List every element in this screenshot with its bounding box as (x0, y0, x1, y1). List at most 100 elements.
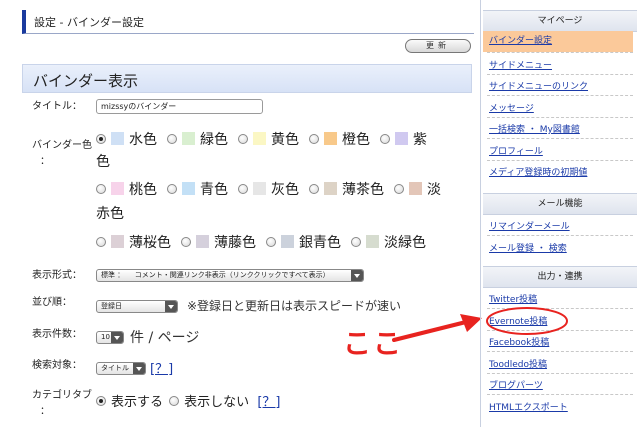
sidebar-section-mail: メール機能 (483, 193, 637, 215)
sidebar-item-mypage-4[interactable]: 一括検索 ・ My図書館 (489, 122, 580, 135)
count-select[interactable]: 10 (96, 331, 124, 344)
sidebar-item-output-3[interactable]: Toodledo投稿 (489, 357, 547, 370)
chevron-down-icon (165, 301, 177, 312)
sidebar-section-output: 出力・連携 (483, 266, 637, 288)
radio-icon (309, 134, 319, 144)
binder-color-option[interactable]: 灰色 (238, 179, 299, 201)
radio-selected-icon (96, 134, 106, 144)
search-target-value: タイトル (101, 364, 129, 372)
sidebar-section-mypage: マイページ (483, 10, 637, 32)
binder-color-option-label: 薄藤色 (214, 235, 256, 251)
binder-color-row: 薄桜色 薄藤色 銀青色 淡緑色 (96, 232, 436, 254)
radio-icon (96, 184, 106, 194)
color-swatch (111, 235, 124, 248)
display-format-select[interactable]: 標準 ： コメント・関連リンク非表示（リンククリックですべて表示） (96, 269, 364, 282)
color-swatch (409, 182, 422, 195)
sidebar-item-output-5[interactable]: HTMLエクスポート (489, 400, 568, 413)
count-unit: 件 / ページ (130, 330, 200, 346)
title-input[interactable]: mizssyのバインダー (96, 99, 263, 114)
binder-color-option[interactable]: 紫 (380, 129, 427, 151)
color-swatch (253, 132, 266, 145)
update-button[interactable]: 更新 (405, 39, 471, 53)
sidebar-item-mypage-3[interactable]: メッセージ (489, 101, 534, 114)
binder-color-option-label: 水色 (129, 132, 157, 148)
annotation-arrow-icon (392, 314, 482, 342)
sidebar-divider (487, 235, 633, 236)
search-target-help-link[interactable]: [？] (150, 358, 173, 377)
binder-color-option[interactable]: 薄茶色 (309, 179, 384, 201)
sidebar-item-output-0[interactable]: Twitter投稿 (489, 292, 537, 305)
radio-icon (96, 237, 106, 247)
category-tab-options: 表示する 表示しない [？] (96, 392, 280, 414)
main-content: 設定 - バインダー設定 更新 バインダー表示 タイトル： mizssyのバイン… (0, 0, 482, 427)
sidebar-divider (487, 116, 633, 118)
sidebar-divider (487, 351, 633, 352)
binder-color-option[interactable]: 青色 (167, 179, 228, 201)
radio-icon (167, 134, 177, 144)
color-swatch (182, 132, 195, 145)
sidebar-item-mail-1[interactable]: メール登録 ・ 検索 (489, 241, 567, 254)
radio-icon (266, 237, 276, 247)
sidebar-item-mypage-5[interactable]: プロフィール (489, 144, 543, 157)
binder-color-row: 水色 緑色 黄色 橙色 紫 (96, 129, 437, 151)
binder-color-option[interactable]: 薄桜色 (96, 232, 171, 254)
sort-value: 登録日 (101, 302, 122, 310)
color-swatch (324, 182, 337, 195)
category-tab-help-link[interactable]: [？] (257, 395, 280, 410)
binder-color-option[interactable]: 緑色 (167, 129, 228, 151)
sidebar-item-mypage-2[interactable]: サイドメニューのリンク (489, 79, 588, 92)
binder-color-option[interactable]: 橙色 (309, 129, 370, 151)
binder-color-option[interactable]: 桃色 (96, 179, 157, 201)
radio-icon (238, 134, 248, 144)
sidebar: マイページ バインダー設定サイドメニューサイドメニューのリンク メッセージ一括検索 … (480, 0, 640, 427)
breadcrumb: 設定 - バインダー設定 (22, 10, 474, 34)
category-tab-show-option[interactable]: 表示する (96, 392, 163, 414)
binder-color-option[interactable]: 黄色 (238, 129, 299, 151)
count-value: 10 (101, 333, 110, 341)
sidebar-divider (487, 138, 633, 139)
title-label: タイトル： (32, 101, 82, 112)
binder-color-option-label: 灰色 (271, 182, 299, 198)
binder-color-option[interactable]: 淡緑色 (351, 232, 426, 254)
color-swatch (395, 132, 408, 145)
radio-icon (181, 237, 191, 247)
sort-label: 並び順： (32, 297, 72, 308)
radio-icon (167, 184, 177, 194)
color-swatch (196, 235, 209, 248)
radio-icon (169, 396, 180, 406)
binder-color-row: 桃色 青色 灰色 薄茶色 淡 (96, 179, 451, 201)
breadcrumb-text: 設定 - バインダー設定 (34, 16, 144, 29)
sort-note: ※登録日と更新日は表示スピードが速い (187, 299, 402, 313)
binder-color-option-label: 淡 (427, 182, 441, 198)
radio-icon (351, 237, 361, 247)
binder-color-option[interactable]: 淡 (394, 179, 441, 201)
color-swatch (366, 235, 379, 248)
binder-color-option[interactable]: 銀青色 (266, 232, 341, 254)
binder-color-option-label: 黄色 (271, 132, 299, 148)
radio-icon (238, 184, 248, 194)
sidebar-divider (487, 159, 633, 161)
sort-select[interactable]: 登録日 (96, 300, 178, 313)
sidebar-item-mypage-0[interactable]: バインダー設定 (483, 31, 633, 52)
binder-color-option[interactable]: 薄藤色 (181, 232, 256, 254)
color-swatch (281, 235, 294, 248)
category-tab-label-colon: ： (40, 406, 50, 417)
binder-color-option-label: 橙色 (342, 132, 370, 148)
sidebar-item-mypage-1[interactable]: サイドメニュー (489, 58, 552, 71)
binder-color-option-label: 紫 (413, 132, 427, 148)
display-format-label: 表示形式： (32, 270, 82, 281)
highlight-circle-icon (486, 307, 568, 335)
sidebar-item-output-4[interactable]: ブログパーツ (489, 378, 543, 391)
search-target-select[interactable]: タイトル (96, 362, 146, 375)
sidebar-item-mypage-6[interactable]: メディア登録時の初期値 (489, 165, 587, 178)
category-tab-hide-label: 表示しない (184, 395, 250, 410)
category-tab-show-label: 表示する (111, 395, 164, 410)
category-tab-hide-option[interactable]: 表示しない (169, 392, 249, 414)
radio-icon (380, 134, 390, 144)
chevron-down-icon (351, 270, 363, 281)
binder-color-option[interactable]: 水色 (96, 129, 157, 151)
binder-color-option-label: 桃色 (129, 182, 157, 198)
sidebar-item-mail-0[interactable]: リマインダーメール (489, 219, 570, 232)
binder-color-option-label: 銀青色 (299, 235, 341, 251)
color-swatch (111, 182, 124, 195)
